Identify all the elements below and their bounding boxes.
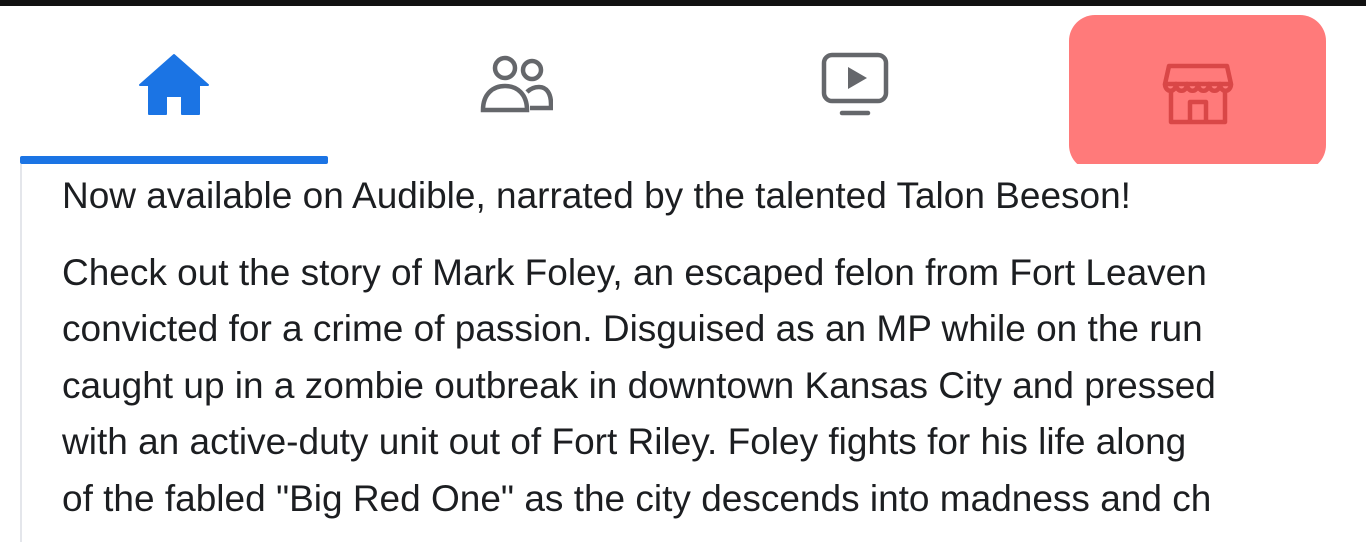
post-body-line: convicted for a crime of passion. Disgui… <box>62 308 1203 349</box>
post-body-line: of the fabled "Big Red One" as the city … <box>62 477 1212 519</box>
tab-home[interactable] <box>20 6 328 164</box>
post-body-line: Check out the story of Mark Foley, an es… <box>62 251 1207 293</box>
active-tab-indicator <box>20 156 328 164</box>
tab-friends[interactable] <box>360 6 672 164</box>
marketplace-icon <box>1162 63 1233 125</box>
post-text: Now available on Audible, narrated by th… <box>62 168 1366 527</box>
tab-marketplace[interactable] <box>1069 15 1326 171</box>
watch-icon <box>821 52 889 116</box>
top-navigation-bar <box>0 6 1366 171</box>
post-lead: Now available on Audible, narrated by th… <box>62 175 1131 216</box>
post-body-line: with an active-duty unit out of Fort Ril… <box>62 421 1187 462</box>
home-icon <box>139 54 209 115</box>
tab-watch[interactable] <box>700 6 1010 164</box>
post-body-line: caught up in a zombie outbreak in downto… <box>62 364 1216 406</box>
friends-icon <box>480 55 553 113</box>
post-content: Now available on Audible, narrated by th… <box>20 164 1366 542</box>
